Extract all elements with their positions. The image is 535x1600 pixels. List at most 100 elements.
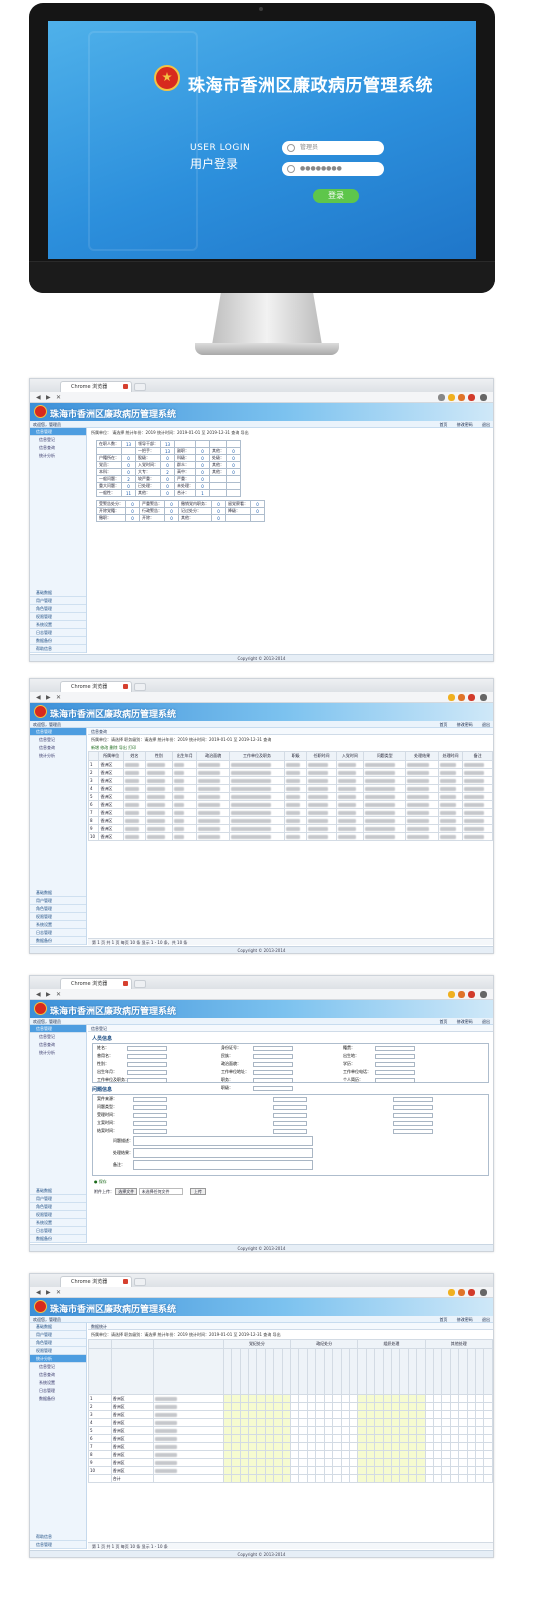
sidebar-sub[interactable]: 信息登记 <box>30 436 86 444</box>
sidebar-item[interactable]: 用户管理 <box>30 1331 86 1339</box>
new-tab-button[interactable] <box>134 383 146 391</box>
star-icon[interactable] <box>448 394 455 401</box>
user-links[interactable]: 首页 修改密码 退出 <box>439 1316 490 1323</box>
browser-tab[interactable]: Chrome 浏览器 <box>60 681 132 692</box>
sidebar-sub[interactable]: 数据备份 <box>30 1395 86 1403</box>
close-icon[interactable]: ✕ <box>56 991 61 998</box>
user-links[interactable]: 首页 修改密码 退出 <box>439 421 490 428</box>
sidebar-sub[interactable]: 统计分析 <box>30 1049 86 1057</box>
table-row[interactable]: 2 香洲区 <box>88 1402 493 1411</box>
home-link[interactable]: 首页 <box>439 1317 447 1322</box>
field-input[interactable] <box>253 1070 293 1075</box>
column-header[interactable]: 工作单位及职务 <box>228 751 286 761</box>
sidebar-sub[interactable]: 日志管理 <box>30 1387 86 1395</box>
feed-icon[interactable] <box>458 1289 465 1296</box>
change-password-link[interactable]: 修改密码 <box>457 1317 473 1322</box>
table-row[interactable]: 4 香洲区 <box>88 1418 493 1427</box>
new-tab-button[interactable] <box>134 683 146 691</box>
sidebar-sub[interactable]: 统计分析 <box>30 452 86 460</box>
sidebar-item[interactable]: 信息管理 <box>30 1541 86 1549</box>
field-input[interactable] <box>127 1078 167 1083</box>
sidebar-item[interactable]: 帮助信息 <box>30 1533 86 1541</box>
column-header[interactable]: 任职时间 <box>306 751 337 761</box>
field-input[interactable] <box>393 1097 433 1102</box>
table-row[interactable]: 7 香洲区 <box>88 1442 493 1451</box>
upload-button[interactable]: 上传 <box>189 1188 206 1195</box>
column-header[interactable]: 处理时间 <box>437 751 464 761</box>
table-row[interactable]: 3 香洲区 <box>88 1410 493 1419</box>
field-input[interactable] <box>273 1097 307 1102</box>
tab-close-icon[interactable] <box>123 981 128 986</box>
column-header[interactable]: 问题类型 <box>362 751 407 761</box>
column-header[interactable]: 入党时间 <box>335 751 364 761</box>
pager[interactable]: 第 1 页 共 1 页 每页 10 条 显示 1 - 10 条 <box>88 1542 493 1549</box>
field-input[interactable] <box>393 1121 433 1126</box>
sidebar-sub[interactable]: 信息查询 <box>30 1371 86 1379</box>
address-bar[interactable]: ◀ ▶ ✕ <box>30 392 493 403</box>
forward-icon[interactable]: ▶ <box>46 694 51 701</box>
password-input[interactable]: ●●●●●●●● <box>282 162 384 176</box>
sidebar-sub[interactable]: 信息登记 <box>30 1363 86 1371</box>
field-input[interactable] <box>393 1113 433 1118</box>
login-button[interactable]: 登录 <box>313 189 359 203</box>
column-header[interactable]: 出生年月 <box>171 751 198 761</box>
sidebar-item[interactable]: 基础数据 <box>30 889 86 897</box>
field-input[interactable] <box>375 1046 415 1051</box>
sidebar-item[interactable]: 用户管理 <box>30 1195 86 1203</box>
sidebar-sub[interactable]: 统计分析 <box>30 752 86 760</box>
field-input[interactable] <box>133 1113 167 1118</box>
field-input[interactable] <box>253 1046 293 1051</box>
star-icon[interactable] <box>448 1289 455 1296</box>
star-icon[interactable] <box>448 991 455 998</box>
field-input[interactable] <box>393 1129 433 1134</box>
sidebar-item[interactable]: 基础数据 <box>30 1187 86 1195</box>
sidebar-item[interactable]: 权限管理 <box>30 613 86 621</box>
field-input[interactable] <box>273 1105 307 1110</box>
extension-icon[interactable] <box>438 394 445 401</box>
textarea-input[interactable] <box>133 1136 313 1146</box>
logout-link[interactable]: 退出 <box>482 722 490 727</box>
table-row[interactable]: 2 香洲区 <box>88 768 493 777</box>
table-row[interactable]: 4 香洲区 <box>88 784 493 793</box>
block-icon[interactable] <box>468 694 475 701</box>
table-row[interactable]: 8 香洲区 <box>88 1450 493 1459</box>
field-input[interactable] <box>253 1062 293 1067</box>
filter-bar[interactable]: 所属单位： 请选择 统计年份：2019 统计时间：2019-01-01 至 20… <box>88 428 493 437</box>
address-bar[interactable]: ◀ ▶ ✕ <box>30 989 493 1000</box>
textarea-input[interactable] <box>133 1160 313 1170</box>
sidebar-item[interactable]: 角色管理 <box>30 1203 86 1211</box>
save-radio[interactable]: ● 保存 <box>94 1179 493 1185</box>
sidebar-item[interactable]: 权限管理 <box>30 913 86 921</box>
block-icon[interactable] <box>468 394 475 401</box>
column-header[interactable]: 处理结果 <box>405 751 439 761</box>
table-row[interactable]: 8 香洲区 <box>88 816 493 825</box>
field-input[interactable] <box>375 1078 415 1083</box>
feed-icon[interactable] <box>458 991 465 998</box>
sidebar-sub[interactable]: 信息登记 <box>30 736 86 744</box>
tab-close-icon[interactable] <box>123 384 128 389</box>
field-input[interactable] <box>393 1105 433 1110</box>
sidebar-item[interactable]: 系统设置 <box>30 921 86 929</box>
table-row[interactable]: 3 香洲区 <box>88 776 493 785</box>
browser-tab[interactable]: Chrome 浏览器 <box>60 381 132 392</box>
tab-close-icon[interactable] <box>123 1279 128 1284</box>
new-tab-button[interactable] <box>134 980 146 988</box>
field-input[interactable] <box>273 1121 307 1126</box>
sidebar-sub[interactable]: 信息查询 <box>30 444 86 452</box>
sidebar-sub[interactable]: 信息查询 <box>30 744 86 752</box>
menu-icon[interactable] <box>480 694 487 701</box>
browser-tab[interactable]: Chrome 浏览器 <box>60 1276 132 1287</box>
sidebar-item[interactable]: 角色管理 <box>30 905 86 913</box>
file-name-field[interactable]: 未选择任何文件 <box>138 1188 183 1195</box>
column-header[interactable]: 备注 <box>462 751 493 761</box>
sidebar-item[interactable]: 基础数据 <box>30 1323 86 1331</box>
sidebar-item[interactable]: 日志管理 <box>30 629 86 637</box>
textarea-input[interactable] <box>133 1148 313 1158</box>
filter-bar[interactable]: 所属单位：请选择 职务级别：请选择 统计年份：2019 统计时间：2019-01… <box>88 1330 493 1339</box>
home-link[interactable]: 首页 <box>439 722 447 727</box>
new-tab-button[interactable] <box>134 1278 146 1286</box>
sidebar-item[interactable]: 角色管理 <box>30 1339 86 1347</box>
sidebar-item[interactable]: 权限管理 <box>30 1347 86 1355</box>
table-row[interactable]: 6 香洲区 <box>88 1434 493 1443</box>
table-row[interactable]: 9 香洲区 <box>88 824 493 833</box>
